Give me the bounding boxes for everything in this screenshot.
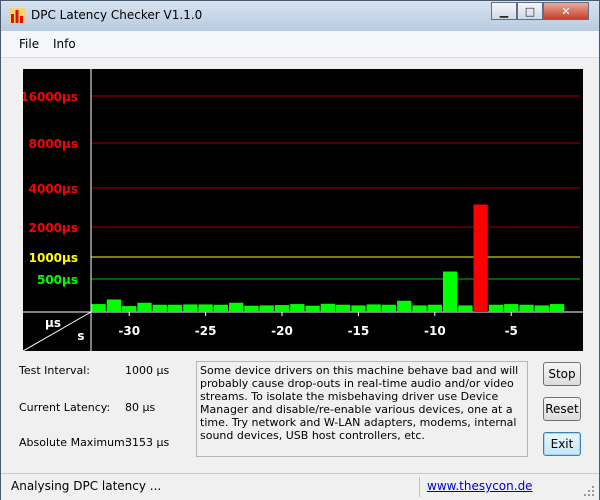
latency-bar <box>152 304 167 312</box>
latency-bar <box>137 302 152 312</box>
latency-bar <box>259 305 274 312</box>
latency-bar <box>366 304 381 312</box>
x-tick-label: -10 <box>424 324 446 338</box>
close-button[interactable]: ✕ <box>543 2 589 20</box>
latency-bar <box>244 305 259 312</box>
latency-bar <box>336 304 351 312</box>
latency-bar <box>473 204 488 312</box>
y-tick-label: 4000µs <box>29 182 78 196</box>
latency-bar <box>122 306 137 312</box>
latency-bar <box>534 305 549 312</box>
latency-bar <box>442 271 458 312</box>
latency-bar <box>381 304 397 312</box>
menu-info[interactable]: Info <box>53 37 76 51</box>
status-text: Analysing DPC latency ... <box>11 479 162 493</box>
latency-bar <box>504 304 519 312</box>
description-text: Some device drivers on this machine beha… <box>196 361 528 457</box>
minimize-button[interactable]: ▁ <box>491 2 517 20</box>
latency-bar <box>305 305 320 312</box>
y-tick-label: 1000µs <box>29 251 78 265</box>
latency-bar <box>549 304 565 312</box>
y-tick-label: 2000µs <box>29 221 78 235</box>
status-separator <box>419 477 420 497</box>
absolute-maximum-value: 3153 µs <box>125 436 170 449</box>
x-tick-label: -30 <box>118 324 140 338</box>
latency-bar <box>488 304 504 312</box>
y-tick-label: 8000µs <box>29 137 78 151</box>
latency-chart-svg: 16000µs 8000µs 4000µs 2000µs 1000µs 500µs µs s -… <box>23 69 583 351</box>
latency-bar <box>351 305 366 312</box>
maximize-icon: □ <box>524 4 536 18</box>
website-link[interactable]: www.thesycon.de <box>427 479 533 493</box>
x-tick-label: -25 <box>195 324 217 338</box>
test-interval-value: 1000 µs <box>125 364 170 377</box>
latency-bar <box>106 299 122 312</box>
current-latency-label: Current Latency: <box>19 401 111 414</box>
y-tick-label: 500µs <box>37 273 78 287</box>
latency-bar <box>320 303 335 312</box>
menu-bar: File Info <box>1 31 599 58</box>
app-window: DPC Latency Checker V1.1.0 ▁ □ ✕ File In… <box>0 0 600 500</box>
latency-bar <box>458 305 473 312</box>
latency-bar <box>519 304 534 312</box>
y-tick-label: 16000µs <box>23 90 78 104</box>
latency-bar <box>213 304 229 312</box>
app-icon <box>9 8 25 24</box>
latency-bar <box>412 305 427 312</box>
close-icon: ✕ <box>561 4 571 18</box>
exit-button[interactable]: Exit <box>543 432 581 456</box>
y-unit-label: µs <box>45 316 61 330</box>
test-interval-label: Test Interval: <box>19 364 90 377</box>
menu-file[interactable]: File <box>19 37 39 51</box>
stop-button[interactable]: Stop <box>543 362 581 386</box>
x-tick-label: -5 <box>505 324 518 338</box>
reset-button[interactable]: Reset <box>543 397 581 421</box>
minimize-icon: ▁ <box>499 4 509 18</box>
latency-bar <box>274 305 290 312</box>
resize-grip-icon[interactable] <box>583 485 595 497</box>
latency-bar <box>183 304 198 312</box>
maximize-button[interactable]: □ <box>517 2 543 20</box>
latency-bar <box>167 304 183 312</box>
x-tick-label: -20 <box>271 324 293 338</box>
title-bar[interactable]: DPC Latency Checker V1.1.0 ▁ □ ✕ <box>1 1 599 31</box>
latency-bar <box>198 304 213 312</box>
absolute-maximum-label: Absolute Maximum: <box>19 436 129 449</box>
latency-bar <box>397 300 412 312</box>
latency-bar <box>290 304 305 312</box>
status-bar: Analysing DPC latency ... www.thesycon.d… <box>1 473 599 500</box>
latency-bar <box>91 304 106 312</box>
x-tick-label: -15 <box>348 324 370 338</box>
latency-chart: 16000µs 8000µs 4000µs 2000µs 1000µs 500µs µs s -… <box>23 69 583 351</box>
x-unit-label: s <box>77 329 84 343</box>
window-title: DPC Latency Checker V1.1.0 <box>31 8 203 22</box>
current-latency-value: 80 µs <box>125 401 156 414</box>
latency-bar <box>427 304 442 312</box>
latency-bar <box>229 302 244 312</box>
